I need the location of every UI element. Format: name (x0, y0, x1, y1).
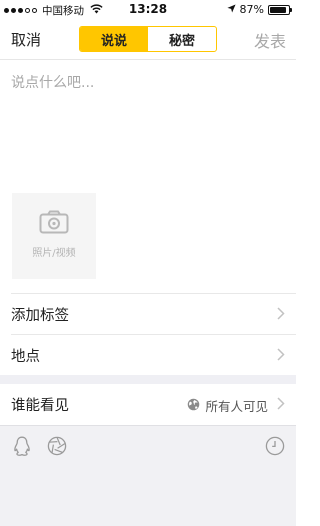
location-arrow-icon (226, 3, 236, 16)
battery-icon (268, 4, 292, 15)
visibility-label: 谁能看见 (11, 398, 69, 414)
post-text-input[interactable] (11, 72, 285, 172)
add-tag-label: 添加标签 (11, 307, 69, 324)
segment-secret[interactable]: 秘密 (148, 27, 216, 51)
media-label: 照片/视频 (32, 247, 76, 259)
cancel-button[interactable]: 取消 (11, 29, 41, 50)
status-right: 87% (226, 3, 292, 16)
clock-icon[interactable] (264, 435, 286, 457)
location-row[interactable]: 地点 (0, 335, 296, 375)
globe-icon (187, 398, 200, 414)
chevron-right-icon (277, 397, 285, 414)
segment-shuoshuo[interactable]: 说说 (80, 27, 148, 51)
location-label: 地点 (11, 348, 40, 365)
shutter-icon[interactable] (46, 435, 68, 457)
qq-icon[interactable] (11, 435, 33, 457)
add-media-button[interactable]: 照片/视频 (12, 193, 96, 279)
add-tag-row[interactable]: 添加标签 (0, 294, 296, 334)
bottom-toolbar (0, 425, 296, 526)
publish-button[interactable]: 发表 (254, 28, 286, 52)
nav-bar: 取消 说说 秘密 发表 (0, 20, 296, 60)
chevron-right-icon (277, 307, 285, 324)
visibility-value-text: 所有人可见 (205, 399, 268, 414)
visibility-row[interactable]: 谁能看见 所有人可见 (0, 384, 296, 425)
chevron-right-icon (277, 348, 285, 365)
camera-icon (39, 210, 69, 238)
battery-percent: 87% (239, 3, 264, 16)
battery-level-fill (270, 6, 286, 13)
mode-segmented-control: 说说 秘密 (79, 26, 217, 52)
visibility-value: 所有人可见 (187, 396, 268, 415)
status-bar: 中国移动 13:28 87% (0, 0, 296, 20)
section-separator (0, 375, 296, 384)
